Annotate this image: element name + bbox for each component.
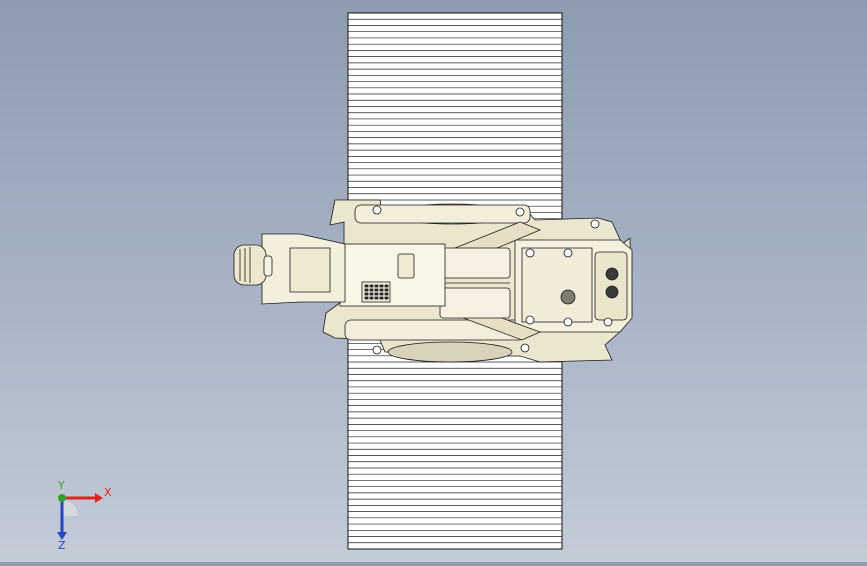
coordinate-triad: X Y Z bbox=[40, 479, 120, 552]
vent-hole bbox=[364, 296, 369, 300]
x-axis-arrow-icon bbox=[95, 493, 103, 503]
vent-hole bbox=[379, 292, 384, 296]
sphere-icon bbox=[560, 289, 576, 305]
vent-hole bbox=[374, 284, 379, 288]
vent-hole bbox=[374, 296, 379, 300]
vent-hole bbox=[364, 292, 369, 296]
front-panel bbox=[521, 247, 593, 323]
motor-lower bbox=[439, 287, 511, 319]
vent-hole bbox=[364, 284, 369, 288]
vent-hole bbox=[384, 292, 389, 296]
slot-window bbox=[397, 253, 415, 279]
vent-hole bbox=[369, 288, 374, 292]
y-axis-dot-icon bbox=[58, 494, 66, 502]
z-axis-label: Z bbox=[58, 539, 66, 550]
arm-base-plate bbox=[339, 243, 446, 307]
vent-hole bbox=[369, 296, 374, 300]
port-upper-icon bbox=[605, 267, 619, 281]
triad-plane bbox=[62, 500, 78, 516]
vent-hole bbox=[384, 288, 389, 292]
vent-hole bbox=[384, 284, 389, 288]
graphics-viewport[interactable]: X Y Z bbox=[0, 0, 867, 562]
model-canvas bbox=[233, 12, 633, 550]
arm-window bbox=[289, 247, 331, 293]
vent-hole bbox=[384, 296, 389, 300]
lower-wheel bbox=[387, 341, 513, 363]
vent-hole bbox=[374, 288, 379, 292]
vent-hole bbox=[374, 292, 379, 296]
robot-body[interactable] bbox=[233, 199, 633, 363]
vent-grid bbox=[361, 281, 391, 303]
vent-hole bbox=[369, 292, 374, 296]
upper-rail bbox=[354, 204, 531, 224]
port-lower-icon bbox=[605, 285, 619, 299]
vent-hole bbox=[379, 284, 384, 288]
x-axis-label: X bbox=[104, 486, 112, 499]
motor-upper bbox=[439, 247, 511, 279]
vent-hole bbox=[369, 284, 374, 288]
y-axis-label: Y bbox=[57, 480, 65, 492]
vent-hole bbox=[379, 288, 384, 292]
vent-hole bbox=[364, 288, 369, 292]
vent-hole bbox=[379, 296, 384, 300]
